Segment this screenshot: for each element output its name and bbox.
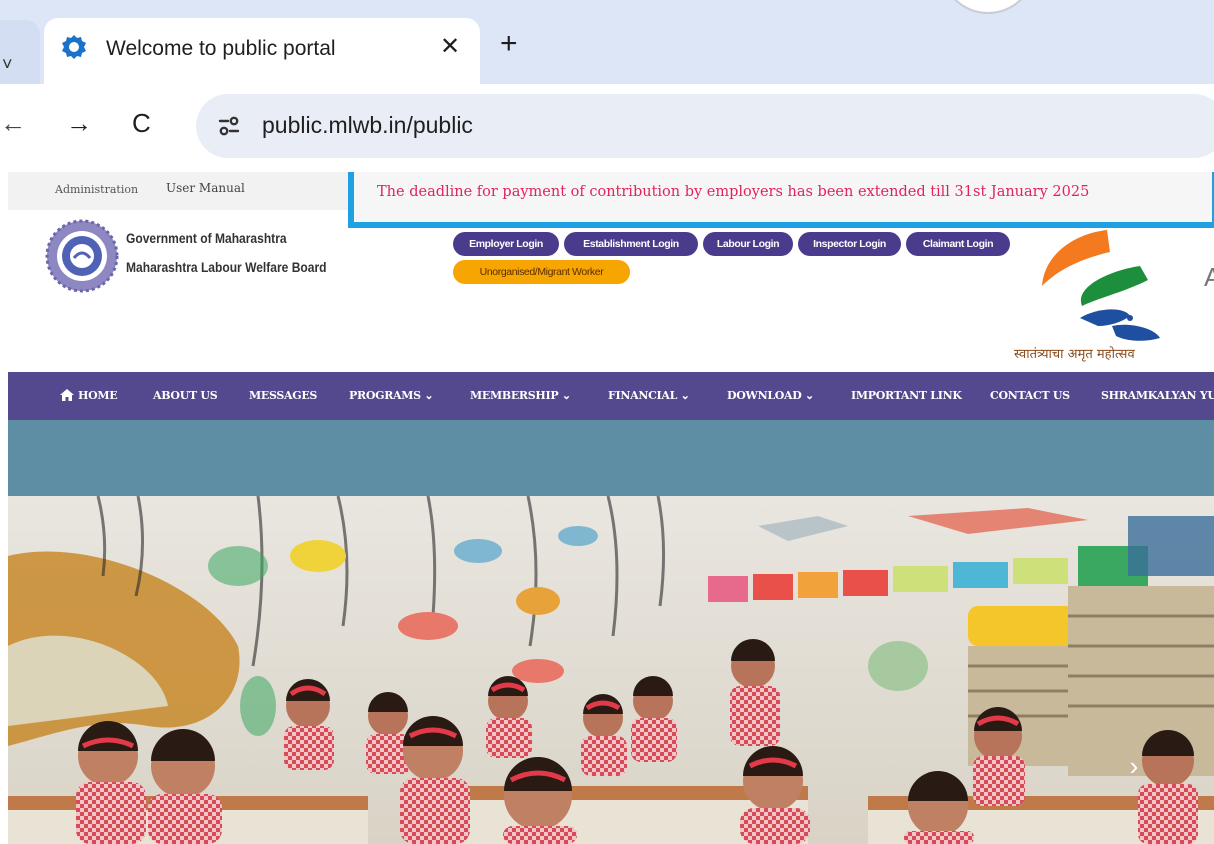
- site-header: Government of Maharashtra Maharashtra La…: [8, 210, 1214, 372]
- nav-messages[interactable]: MESSAGES: [249, 389, 317, 402]
- azadi-tagline: स्वातंत्र्याचा अमृत महोत्सव: [1014, 347, 1135, 362]
- administration-link[interactable]: Administration: [55, 183, 138, 196]
- forward-arrow-icon[interactable]: →: [66, 108, 92, 139]
- azadi-text-cut: A: [1204, 262, 1214, 292]
- close-tab-icon[interactable]: ✕: [436, 32, 464, 61]
- employer-login-button[interactable]: Employer Login: [453, 232, 559, 256]
- claimant-login-button[interactable]: Claimant Login: [906, 232, 1010, 256]
- deadline-notice-text: The deadline for payment of contribution…: [377, 184, 1090, 200]
- nav-home-label: HOME: [78, 389, 118, 402]
- nav-membership-dropdown[interactable]: MEMBERSHIP ⌄: [470, 389, 571, 402]
- new-tab-button[interactable]: +: [500, 29, 518, 59]
- establishment-login-button[interactable]: Establishment Login: [564, 232, 698, 256]
- browser-tabstrip: ˅ Welcome to public portal ✕ +: [0, 0, 1214, 84]
- labour-login-button[interactable]: Labour Login: [703, 232, 793, 256]
- nav-programs-dropdown[interactable]: PROGRAMS ⌄: [349, 389, 434, 402]
- nav-contact-us[interactable]: CONTACT US: [990, 389, 1070, 402]
- browser-toolbar: ← → C public.mlwb.in/public: [0, 84, 1214, 172]
- web-page: Administration User Manual Government of…: [8, 172, 1214, 844]
- active-tab[interactable]: Welcome to public portal ✕: [44, 18, 480, 84]
- url-text[interactable]: public.mlwb.in/public: [262, 112, 473, 139]
- back-arrow-icon[interactable]: ←: [0, 108, 26, 139]
- hero-carousel: ›: [8, 496, 1214, 844]
- nav-home[interactable]: HOME: [60, 389, 118, 402]
- hero-classroom-photo: [8, 496, 1214, 844]
- board-name: Maharashtra Labour Welfare Board: [126, 259, 327, 275]
- site-settings-icon[interactable]: [214, 111, 244, 141]
- gear-favicon-icon: [62, 35, 86, 59]
- nav-about-us[interactable]: ABOUT US: [153, 389, 218, 402]
- inspector-login-button[interactable]: Inspector Login: [798, 232, 901, 256]
- nav-financial-dropdown[interactable]: FINANCIAL ⌄: [608, 389, 690, 402]
- banner-strip: [8, 420, 1214, 496]
- unorganised-migrant-worker-button[interactable]: Unorganised/Migrant Worker: [453, 260, 630, 284]
- home-icon: [60, 389, 74, 401]
- window-decoration: [940, 0, 1036, 14]
- user-manual-link[interactable]: User Manual: [166, 181, 245, 195]
- deadline-notice-banner: The deadline for payment of contribution…: [348, 172, 1214, 228]
- carousel-next-arrow-icon[interactable]: ›: [1122, 752, 1146, 780]
- nav-shramkalyan[interactable]: SHRAMKALYAN YUG: [1101, 389, 1214, 402]
- nav-important-link[interactable]: IMPORTANT LINK: [851, 389, 962, 402]
- main-navigation: HOME ABOUT US MESSAGES PROGRAMS ⌄ MEMBER…: [8, 372, 1214, 420]
- tab-list-caret-icon[interactable]: ˅: [2, 54, 13, 75]
- previous-tab[interactable]: ˅: [0, 20, 40, 84]
- tab-title: Welcome to public portal: [106, 37, 336, 60]
- mlwb-emblem-logo: [45, 219, 119, 293]
- nav-download-dropdown[interactable]: DOWNLOAD ⌄: [727, 389, 814, 402]
- address-bar[interactable]: public.mlwb.in/public: [196, 94, 1214, 158]
- reload-icon[interactable]: C: [132, 108, 151, 139]
- government-name: Government of Maharashtra: [126, 230, 287, 246]
